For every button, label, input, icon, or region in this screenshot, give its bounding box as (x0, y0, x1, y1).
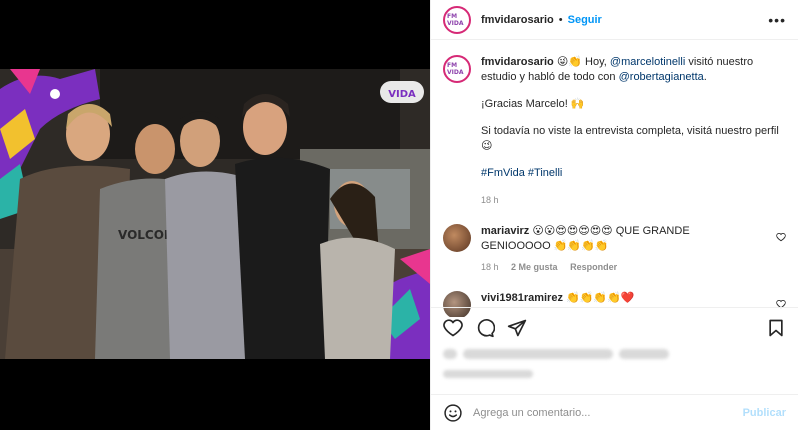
fm-vida-logo: VIDA (388, 89, 416, 100)
post-panel: FM VIDA fmvidarosario • Seguir ••• FM VI… (430, 0, 798, 430)
post-media: VOLCOM VIDA (0, 0, 430, 430)
post-date-blurred (443, 368, 539, 379)
follow-button[interactable]: Seguir (568, 14, 602, 26)
caption-text: fmvidarosario 😜👏 Hoy, @marcelotinelli vi… (481, 55, 786, 208)
comment-time[interactable]: 18 h (481, 262, 499, 272)
comment-username[interactable]: vivi1981ramirez (481, 292, 563, 304)
caption-avatar[interactable]: FM VIDA (443, 55, 471, 83)
share-paper-plane-icon[interactable] (507, 318, 527, 338)
comment-text: 👏👏👏👏❤️ (566, 292, 635, 304)
comment-body: mariavirz 😮😮😍😍😍😍😍 QUE GRANDE GENIOOOOO 👏… (481, 224, 786, 275)
emoji-smiley-icon[interactable] (443, 403, 463, 423)
post-actions (431, 307, 798, 347)
caption-hashtags: #FmVida #Tinelli (481, 166, 786, 181)
publish-button[interactable]: Publicar (743, 407, 786, 419)
caption-timestamp[interactable]: 18 h (481, 193, 786, 208)
like-heart-icon[interactable] (443, 318, 463, 338)
caption-line-3: Si todavía no viste la entrevista comple… (481, 125, 779, 152)
comment-input[interactable] (473, 406, 743, 419)
date-text-blurred (443, 370, 533, 379)
comment-meta: 18 h 2 Me gusta Responder (481, 260, 762, 275)
caption-avatar-logo: FM VIDA (447, 59, 467, 79)
mention-robertagianetta[interactable]: @robertagianetta (619, 71, 704, 83)
photo-illustration: VOLCOM VIDA (0, 69, 430, 359)
caption-emojis: 😜👏 (556, 56, 582, 68)
add-comment-bar: Publicar (431, 394, 798, 430)
reply-button[interactable]: Responder (570, 262, 617, 272)
comment-avatar[interactable] (443, 224, 471, 252)
likes-avatar-blurred (443, 349, 457, 360)
comment-like-heart-icon[interactable] (776, 232, 786, 242)
more-options-icon[interactable]: ••• (768, 12, 786, 28)
comments-scroll-area[interactable]: FM VIDA fmvidarosario 😜👏 Hoy, @marceloti… (431, 41, 798, 317)
likes-summary-blurred (443, 348, 693, 362)
post-photo[interactable]: VOLCOM VIDA (0, 69, 430, 359)
comment-bubble-icon[interactable] (475, 318, 495, 338)
caption-text-c: . (703, 71, 707, 83)
author-username[interactable]: fmvidarosario (481, 14, 554, 26)
caption-line-2: ¡Gracias Marcelo! 🙌 (481, 98, 585, 110)
caption-text-a: Hoy, (581, 56, 610, 68)
mention-marcelotinelli[interactable]: @marcelotinelli (610, 56, 685, 68)
author-avatar-logo: FM VIDA (447, 9, 467, 30)
likes-text-blurred (463, 349, 613, 360)
header-separator: • (558, 13, 563, 26)
hashtag-tinelli[interactable]: #Tinelli (528, 167, 562, 179)
save-bookmark-icon[interactable] (766, 318, 786, 338)
comment-item: mariavirz 😮😮😍😍😍😍😍 QUE GRANDE GENIOOOOO 👏… (443, 224, 786, 275)
post-header: FM VIDA fmvidarosario • Seguir ••• (431, 0, 798, 40)
caption-username[interactable]: fmvidarosario (481, 56, 554, 68)
post-caption: FM VIDA fmvidarosario 😜👏 Hoy, @marceloti… (443, 55, 786, 208)
hashtag-fmvida[interactable]: #FmVida (481, 167, 525, 179)
comment-username[interactable]: mariavirz (481, 225, 529, 237)
likes-text-blurred (619, 349, 669, 360)
instagram-post-modal: VOLCOM VIDA FM VIDA fmvidarosario • Segu… (0, 0, 798, 430)
comment-likes[interactable]: 2 Me gusta (511, 262, 558, 272)
author-avatar[interactable]: FM VIDA (443, 5, 471, 34)
